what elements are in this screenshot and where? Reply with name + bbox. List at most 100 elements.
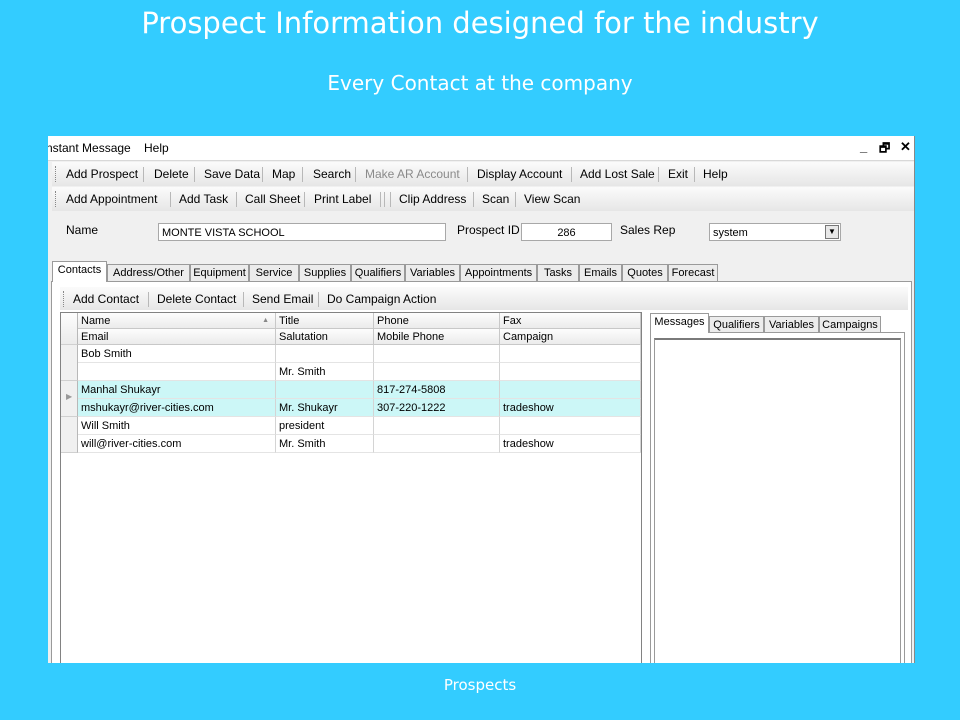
column-header-title[interactable]: Title <box>276 313 374 329</box>
contacts-toolbar: Add Contact Delete Contact Send Email Do… <box>60 287 908 310</box>
delete-button[interactable]: Delete <box>154 167 189 181</box>
contact-fax[interactable] <box>500 345 641 363</box>
tab-contacts[interactable]: Contacts <box>52 261 107 282</box>
row-header[interactable] <box>61 345 78 381</box>
contact-mobile-phone[interactable] <box>374 363 500 381</box>
name-label: Name <box>66 223 99 237</box>
contact-salutation[interactable]: Mr. Smith <box>276 363 374 381</box>
contact-campaign[interactable] <box>500 363 641 381</box>
tab-supplies[interactable]: Supplies <box>299 264 351 281</box>
messages-textbox[interactable] <box>654 338 901 663</box>
contact-fax[interactable] <box>500 417 641 435</box>
restore-icon[interactable]: 🗗 <box>879 139 890 160</box>
contact-name[interactable]: Bob Smith <box>78 345 276 363</box>
minimize-icon[interactable]: _ <box>860 139 867 154</box>
contact-email[interactable]: will@river-cities.com <box>78 435 276 453</box>
tab-forecast[interactable]: Forecast <box>668 264 718 281</box>
contact-title[interactable] <box>276 381 374 399</box>
tab-quotes[interactable]: Quotes <box>622 264 668 281</box>
sales-rep-label: Sales Rep <box>620 223 676 237</box>
contact-fax[interactable] <box>500 381 641 399</box>
main-toolbar: Add Prospect Delete Save Data Map Search… <box>52 162 914 186</box>
tab-messages[interactable]: Messages <box>650 313 709 333</box>
column-header-name-label: Name <box>81 315 111 327</box>
slide-subtitle: Every Contact at the company <box>327 71 633 95</box>
map-button[interactable]: Map <box>272 167 295 181</box>
make-ar-account-button[interactable]: Make AR Account <box>365 167 460 181</box>
contact-campaign[interactable]: tradeshow <box>500 399 641 417</box>
chevron-down-icon[interactable]: ▼ <box>825 225 839 239</box>
column-header-salutation[interactable]: Salutation <box>276 329 374 345</box>
column-header-phone[interactable]: Phone <box>374 313 500 329</box>
column-header-fax[interactable]: Fax <box>500 313 641 329</box>
menu-instant-message[interactable]: nstant Message <box>48 141 131 155</box>
tab-emails[interactable]: Emails <box>579 264 622 281</box>
contact-title[interactable] <box>276 345 374 363</box>
add-appointment-button[interactable]: Add Appointment <box>66 192 157 206</box>
column-header-email[interactable]: Email <box>78 329 276 345</box>
toolbar-grip[interactable] <box>55 166 58 182</box>
contact-title[interactable]: president <box>276 417 374 435</box>
toolbar-grip[interactable] <box>63 291 66 307</box>
contact-phone[interactable] <box>374 345 500 363</box>
slide-title: Prospect Information designed for the in… <box>141 6 819 40</box>
prospect-id-field[interactable]: 286 <box>521 223 612 241</box>
sales-rep-select[interactable]: system ▼ <box>709 223 841 241</box>
tab-tasks[interactable]: Tasks <box>537 264 579 281</box>
contact-campaign[interactable]: tradeshow <box>500 435 641 453</box>
tab-right-qualifiers[interactable]: Qualifiers <box>709 316 764 333</box>
tab-right-campaigns[interactable]: Campaigns <box>819 316 881 333</box>
search-button[interactable]: Search <box>313 167 351 181</box>
delete-contact-button[interactable]: Delete Contact <box>157 292 236 306</box>
tab-qualifiers[interactable]: Qualifiers <box>351 264 405 281</box>
contact-email[interactable] <box>78 363 276 381</box>
row-header-current[interactable]: ▶ <box>61 381 78 417</box>
contact-name[interactable]: Manhal Shukayr <box>78 381 276 399</box>
contact-phone[interactable] <box>374 417 500 435</box>
sales-rep-value: system <box>713 227 748 239</box>
sort-ascending-icon: ▲ <box>262 317 269 324</box>
contact-salutation[interactable]: Mr. Shukayr <box>276 399 374 417</box>
column-header-campaign[interactable]: Campaign <box>500 329 641 345</box>
send-email-button[interactable]: Send Email <box>252 292 313 306</box>
column-header-mobile-phone[interactable]: Mobile Phone <box>374 329 500 345</box>
add-task-button[interactable]: Add Task <box>179 192 228 206</box>
contact-email[interactable]: mshukayr@river-cities.com <box>78 399 276 417</box>
tab-variables[interactable]: Variables <box>405 264 460 281</box>
do-campaign-action-button[interactable]: Do Campaign Action <box>327 292 436 306</box>
display-account-button[interactable]: Display Account <box>477 167 562 181</box>
print-label-button[interactable]: Print Label <box>314 192 371 206</box>
tab-equipment[interactable]: Equipment <box>190 264 249 281</box>
menu-bar: nstant Message Help _ 🗗 ✕ <box>48 136 914 161</box>
column-header-name[interactable]: Name ▲ <box>78 313 276 329</box>
row-header[interactable] <box>61 417 78 453</box>
tab-address-other[interactable]: Address/Other <box>107 264 190 281</box>
secondary-toolbar: Add Appointment Add Task Call Sheet Prin… <box>52 187 914 211</box>
save-data-button[interactable]: Save Data <box>204 167 260 181</box>
slide-footer: Prospects <box>443 676 517 694</box>
clip-address-button[interactable]: Clip Address <box>399 192 466 206</box>
exit-button[interactable]: Exit <box>668 167 688 181</box>
view-scan-button[interactable]: View Scan <box>524 192 580 206</box>
help-button[interactable]: Help <box>703 167 728 181</box>
add-prospect-button[interactable]: Add Prospect <box>66 167 138 181</box>
menu-help[interactable]: Help <box>144 141 169 155</box>
scan-button[interactable]: Scan <box>482 192 509 206</box>
tab-service[interactable]: Service <box>249 264 299 281</box>
close-icon[interactable]: ✕ <box>900 139 911 155</box>
contact-mobile-phone[interactable]: 307-220-1222 <box>374 399 500 417</box>
add-lost-sale-button[interactable]: Add Lost Sale <box>580 167 655 181</box>
contacts-grid[interactable]: Name ▲ Title Phone Fax Email Salutation … <box>60 312 642 663</box>
tab-appointments[interactable]: Appointments <box>460 264 537 281</box>
contact-phone[interactable]: 817-274-5808 <box>374 381 500 399</box>
prospect-id-label: Prospect ID <box>457 223 520 237</box>
name-field[interactable]: MONTE VISTA SCHOOL <box>158 223 446 241</box>
contact-name[interactable]: Will Smith <box>78 417 276 435</box>
current-row-arrow-icon: ▶ <box>66 392 73 401</box>
call-sheet-button[interactable]: Call Sheet <box>245 192 300 206</box>
contact-mobile-phone[interactable] <box>374 435 500 453</box>
add-contact-button[interactable]: Add Contact <box>73 292 139 306</box>
toolbar-grip[interactable] <box>55 191 58 207</box>
contact-salutation[interactable]: Mr. Smith <box>276 435 374 453</box>
tab-right-variables[interactable]: Variables <box>764 316 819 333</box>
